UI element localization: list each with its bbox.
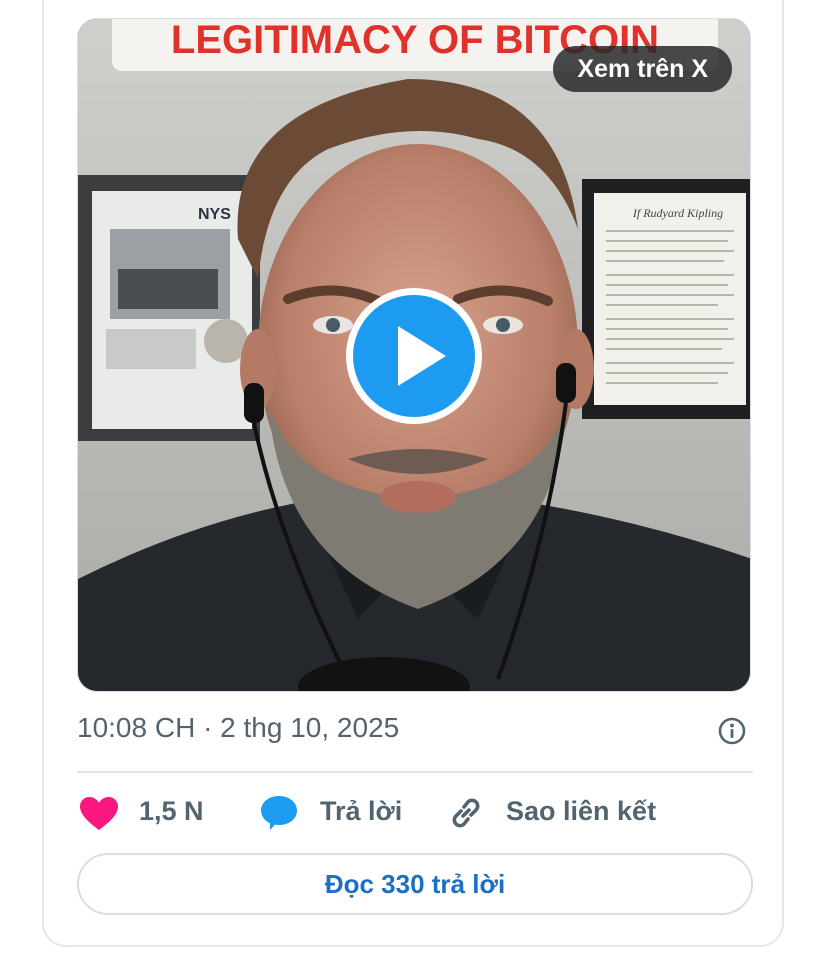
- action-bar: 1,5 N Trả lời Sao liên kết: [77, 790, 751, 836]
- link-icon: [452, 798, 480, 828]
- copy-link-button[interactable]: Sao liên kết: [447, 790, 677, 836]
- nyse-sign-text: NYS: [198, 206, 231, 223]
- reply-bubble-icon: [261, 796, 297, 830]
- view-on-x-button[interactable]: Xem trên X: [553, 46, 732, 92]
- heart-icon: [80, 797, 118, 830]
- post-timestamp[interactable]: 10:08 CH · 2 thg 10, 2025: [77, 712, 399, 744]
- like-count: 1,5 N: [139, 796, 204, 826]
- video-player[interactable]: NYS If Rudyard Kipling LEGITIMACY OF BIT…: [77, 18, 751, 692]
- reply-button[interactable]: Trả lời: [259, 790, 409, 836]
- play-icon[interactable]: [344, 286, 484, 426]
- copy-link-label: Sao liên kết: [506, 796, 657, 826]
- info-icon[interactable]: [717, 716, 747, 746]
- post-meta: 10:08 CH · 2 thg 10, 2025: [77, 710, 751, 754]
- divider: [77, 771, 753, 773]
- like-button[interactable]: 1,5 N: [77, 790, 217, 836]
- poem-title: If Rudyard Kipling: [632, 206, 723, 220]
- read-replies-button[interactable]: Đọc 330 trả lời: [77, 853, 753, 915]
- reply-label: Trả lời: [320, 796, 403, 826]
